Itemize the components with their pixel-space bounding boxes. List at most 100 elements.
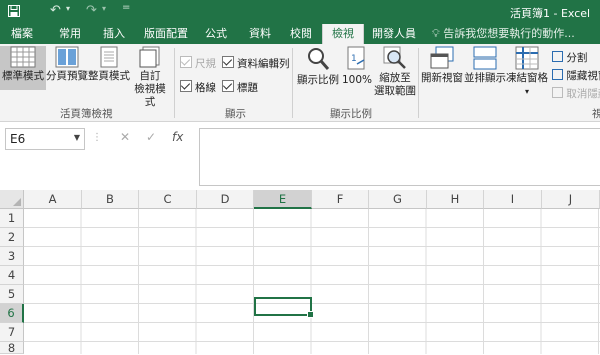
- ruler-checkbox[interactable]: 尺規: [180, 56, 216, 71]
- fill-handle[interactable]: [307, 311, 314, 318]
- column-header[interactable]: I: [484, 190, 542, 209]
- zoom-100-button[interactable]: 1 100%: [340, 46, 374, 102]
- column-header[interactable]: F: [312, 190, 369, 209]
- cancel-icon[interactable]: ✕: [120, 130, 130, 144]
- arrange-all-label: 並排顯示: [464, 72, 506, 84]
- page-break-preview-label: 分頁預覽: [46, 70, 88, 82]
- new-window-label: 開新視窗: [421, 72, 463, 84]
- formula-bar-label: 資料編輯列: [237, 58, 290, 70]
- row-header[interactable]: 4: [0, 266, 24, 285]
- zoom-label: 顯示比例: [297, 74, 339, 86]
- zoom-selection-label-2: 選取範圍: [374, 85, 416, 97]
- column-header-selected[interactable]: E: [254, 190, 312, 209]
- hide-window-icon: [552, 69, 563, 80]
- arrange-all-icon: [473, 46, 497, 70]
- new-window-icon: [430, 46, 454, 69]
- zoom-selection-icon: [383, 46, 406, 69]
- zoom-100-label: 100%: [341, 74, 373, 86]
- column-header[interactable]: C: [139, 190, 197, 209]
- formula-controls: ✕ ✓ fx: [106, 128, 194, 148]
- formula-bar-checkbox[interactable]: 資料編輯列: [222, 56, 290, 71]
- checkbox-icon: [222, 56, 234, 68]
- new-window-button[interactable]: 開新視窗: [420, 46, 464, 92]
- zoom-button[interactable]: 顯示比例: [296, 46, 340, 102]
- chevron-down-icon: ▾: [524, 87, 529, 96]
- views-group-label: 活頁簿檢視: [60, 108, 113, 120]
- headings-checkbox[interactable]: 標題: [222, 80, 258, 95]
- hide-window-button[interactable]: 隱藏視窗: [552, 68, 600, 83]
- split-icon: [552, 51, 563, 62]
- page-layout-view-button[interactable]: 整頁模式: [88, 46, 130, 90]
- formula-input[interactable]: [199, 128, 600, 186]
- tab-file[interactable]: 檔案: [4, 24, 40, 44]
- column-header[interactable]: D: [197, 190, 254, 209]
- zoom-100-icon: 1: [347, 46, 365, 70]
- custom-views-icon: [139, 46, 160, 68]
- split-button[interactable]: 分割: [552, 50, 587, 65]
- headings-label: 標題: [237, 82, 258, 94]
- row-header[interactable]: 2: [0, 228, 24, 247]
- tab-insert[interactable]: 插入: [94, 24, 134, 44]
- tell-me-text: 告訴我您想要執行的動作...: [443, 27, 575, 40]
- undo-icon[interactable]: ↶: [50, 3, 61, 18]
- row-header[interactable]: 1: [0, 209, 24, 228]
- freeze-panes-label: 凍結窗格: [506, 72, 548, 84]
- zoom-to-selection-button[interactable]: 縮放至 選取範圍: [374, 46, 416, 106]
- freeze-panes-button[interactable]: 凍結窗格 ▾: [506, 46, 548, 96]
- active-cell[interactable]: [254, 297, 314, 318]
- tab-data[interactable]: 資料: [240, 24, 280, 44]
- custom-views-button[interactable]: 自訂 檢視模式: [130, 46, 170, 108]
- redo-icon[interactable]: ↷: [86, 3, 97, 18]
- formula-bar: E6 ▼ ⋮ ✕ ✓ fx: [0, 122, 600, 186]
- row-header[interactable]: 3: [0, 247, 24, 266]
- name-box-value: E6: [10, 132, 26, 146]
- tell-me-box[interactable]: 💡︎ 告訴我您想要執行的動作...: [432, 24, 575, 44]
- tab-home[interactable]: 常用: [50, 24, 90, 44]
- tab-formulas[interactable]: 公式: [198, 24, 234, 44]
- custom-views-label-2: 檢視模式: [134, 83, 166, 108]
- column-header[interactable]: G: [369, 190, 427, 209]
- lightbulb-icon: 💡︎: [432, 27, 440, 40]
- freeze-panes-icon: [515, 46, 539, 70]
- tab-page-layout[interactable]: 版面配置: [138, 24, 194, 44]
- cell-area[interactable]: [24, 209, 600, 354]
- checkbox-icon: [222, 80, 234, 92]
- column-header[interactable]: A: [24, 190, 82, 209]
- column-header[interactable]: B: [82, 190, 139, 209]
- save-icon[interactable]: [8, 5, 20, 17]
- tab-developer[interactable]: 開發人員: [366, 24, 422, 44]
- group-divider: [292, 48, 293, 118]
- window-title: 活頁簿1 - Excel: [510, 7, 591, 20]
- unhide-window-button[interactable]: 取消隱藏: [552, 86, 600, 101]
- row-header-selected[interactable]: 6: [0, 304, 24, 323]
- column-header[interactable]: J: [542, 190, 600, 209]
- more-icon[interactable]: ⋮: [92, 132, 102, 143]
- arrange-all-button[interactable]: 並排顯示: [464, 46, 506, 92]
- redo-dropdown-icon[interactable]: ▾: [102, 4, 106, 13]
- row-header[interactable]: 7: [0, 323, 24, 342]
- tab-view[interactable]: 檢視: [322, 24, 364, 44]
- chevron-down-icon[interactable]: ▼: [74, 133, 80, 142]
- normal-view-button[interactable]: 標準模式: [0, 46, 46, 90]
- zoom-group-label: 顯示比例: [330, 108, 372, 120]
- page-break-preview-button[interactable]: 分頁預覽: [46, 46, 88, 90]
- column-header[interactable]: H: [427, 190, 484, 209]
- row-header[interactable]: 5: [0, 285, 24, 304]
- select-all-button[interactable]: [0, 190, 24, 209]
- group-divider: [418, 48, 419, 118]
- name-box[interactable]: E6 ▼: [5, 128, 85, 150]
- checkbox-icon: [180, 56, 192, 68]
- page-layout-label: 整頁模式: [88, 70, 130, 82]
- normal-view-label: 標準模式: [2, 70, 44, 82]
- custom-views-label-1: 自訂: [139, 70, 161, 82]
- insert-function-icon[interactable]: fx: [172, 130, 183, 144]
- row-header[interactable]: 8: [0, 342, 24, 354]
- customize-toolbar-icon[interactable]: =: [122, 2, 130, 13]
- group-divider: [174, 48, 175, 118]
- tab-review[interactable]: 校閱: [282, 24, 320, 44]
- gridlines-checkbox[interactable]: 格線: [180, 80, 216, 95]
- unhide-window-icon: [552, 87, 563, 98]
- zoom-selection-label-1: 縮放至: [379, 72, 411, 84]
- undo-dropdown-icon[interactable]: ▾: [66, 4, 70, 13]
- enter-icon[interactable]: ✓: [146, 130, 156, 144]
